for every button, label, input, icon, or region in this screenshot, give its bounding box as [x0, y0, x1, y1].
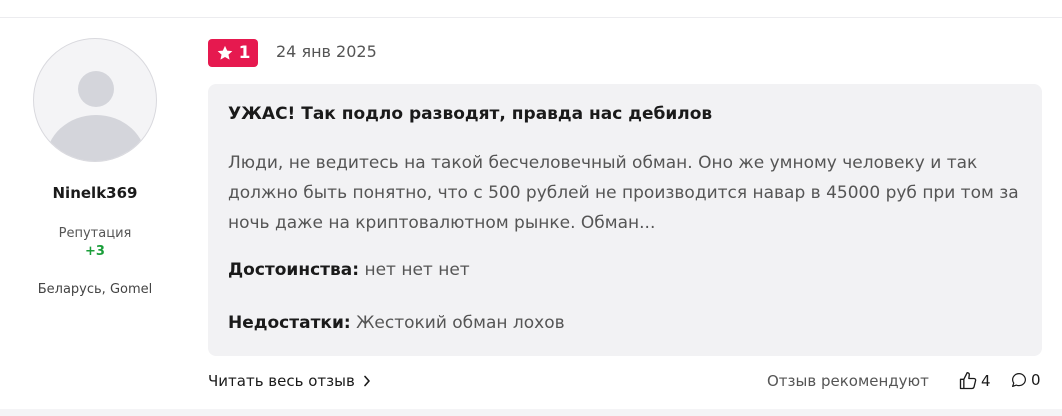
rating-badge: 1	[208, 39, 258, 67]
rating-value: 1	[238, 43, 251, 63]
review-date: 24 янв 2025	[276, 42, 377, 61]
review-title[interactable]: УЖАС! Так подло разводят, правда нас деб…	[228, 104, 1028, 124]
comment-button[interactable]: 0	[1010, 371, 1041, 389]
review-card: Ninelk369 Репутация +3 Беларусь, Gomel 1…	[0, 18, 1062, 409]
bottom-divider	[0, 409, 1062, 416]
likes-count: 4	[981, 372, 991, 390]
star-icon	[217, 45, 232, 60]
read-full-review-label: Читать весь отзыв	[208, 372, 355, 390]
read-full-review-link[interactable]: Читать весь отзыв	[208, 372, 371, 390]
like-button[interactable]: 4	[958, 371, 991, 391]
top-divider	[0, 0, 1062, 18]
pros-label: Достоинства:	[228, 260, 360, 280]
avatar[interactable]	[33, 38, 157, 162]
review-text: Люди, не ведитесь на такой бесчеловечный…	[228, 153, 1019, 233]
cons-value: Жестокий обман лохов	[356, 313, 565, 333]
chevron-right-icon	[364, 375, 370, 387]
comment-icon	[1012, 373, 1026, 387]
review-cons: Недостатки: Жестокий обман лохов	[228, 313, 1028, 333]
author-location: Беларусь, Gomel	[37, 282, 153, 297]
avatar-placeholder-icon	[78, 71, 114, 107]
pros-value: нет нет нет	[364, 260, 470, 280]
cons-label: Недостатки:	[228, 313, 351, 333]
reputation-label: Репутация	[58, 226, 132, 241]
reputation-value: +3	[85, 244, 105, 259]
review-body: УЖАС! Так подло разводят, правда нас деб…	[208, 84, 1042, 356]
recommend-label: Отзыв рекомендуют	[767, 372, 929, 390]
comments-count: 0	[1031, 371, 1041, 389]
author-panel: Ninelk369 Репутация +3 Беларусь, Gomel	[0, 18, 190, 409]
review-pros: Достоинства: нет нет нет	[228, 260, 1028, 280]
avatar-placeholder-body	[46, 115, 146, 161]
author-name[interactable]: Ninelk369	[0, 184, 190, 202]
thumbs-up-icon	[959, 372, 977, 390]
